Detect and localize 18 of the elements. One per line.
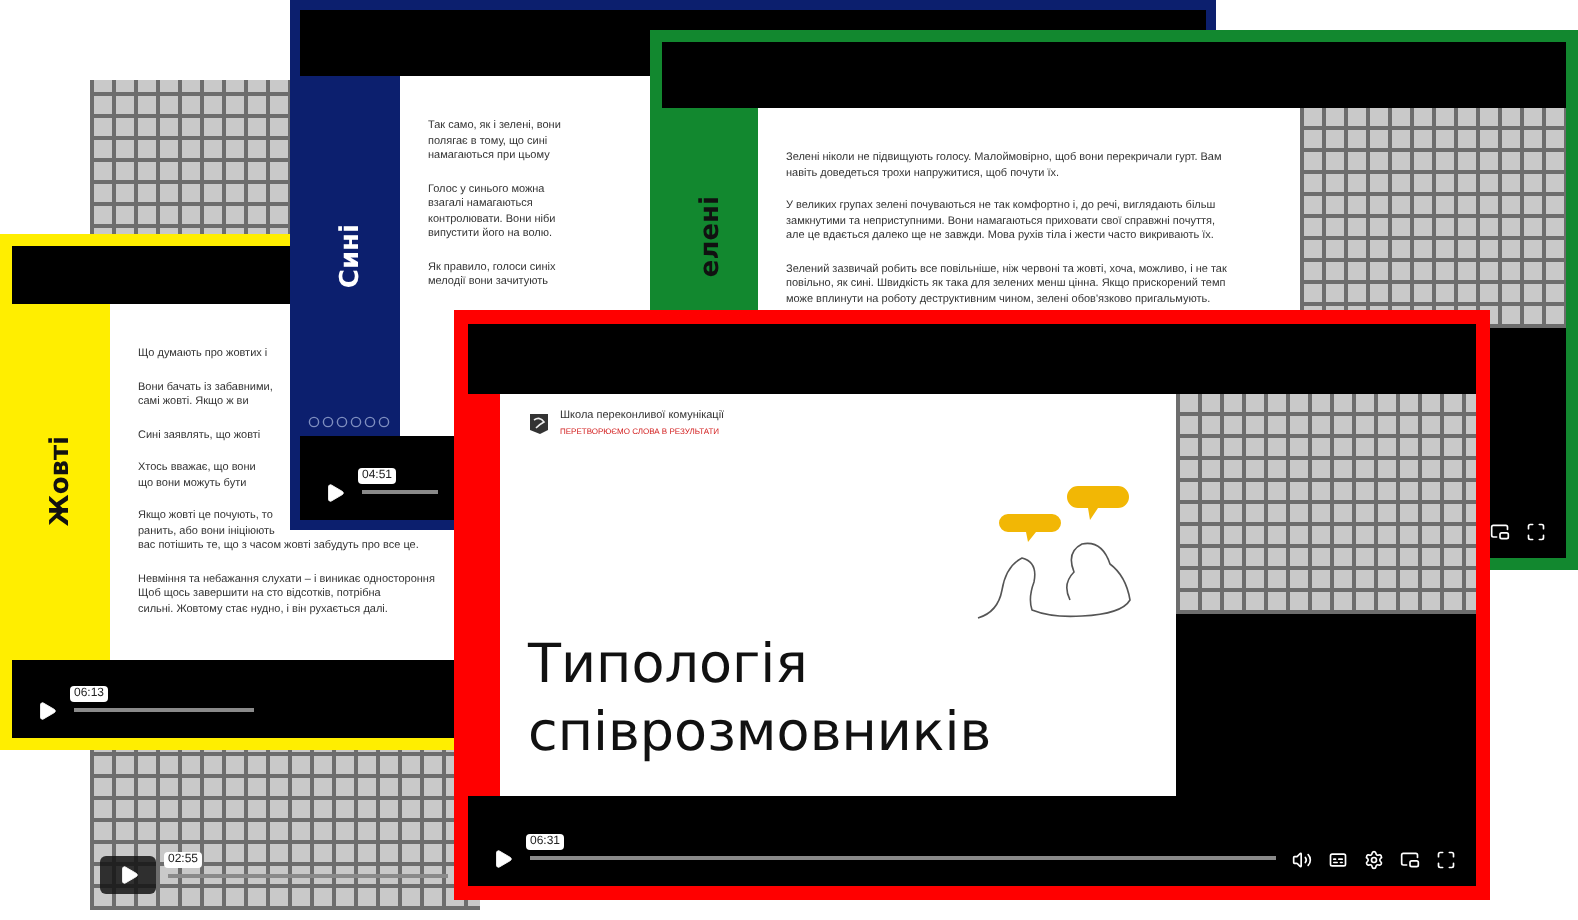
captions-icon[interactable]	[1328, 850, 1348, 870]
slide-title: Типологія співрозмовників	[528, 632, 992, 768]
picture-in-picture-icon[interactable]	[1490, 522, 1510, 542]
sidebar-label: Жовті	[46, 436, 76, 528]
play-button[interactable]	[324, 482, 346, 504]
play-button[interactable]	[100, 856, 156, 894]
play-button[interactable]	[492, 848, 514, 870]
volume-icon[interactable]	[1292, 850, 1312, 870]
play-button[interactable]	[36, 700, 58, 722]
play-icon	[117, 864, 139, 886]
sidebar-label: Сині	[335, 223, 365, 289]
settings-icon[interactable]	[1364, 850, 1384, 870]
fullscreen-icon[interactable]	[1436, 850, 1456, 870]
sidebar-label: елені	[695, 196, 725, 278]
picture-in-picture-icon[interactable]	[1400, 850, 1420, 870]
slide-toolbar-drawing	[308, 416, 392, 428]
fullscreen-icon[interactable]	[1526, 522, 1546, 542]
logo-icon	[528, 411, 550, 435]
